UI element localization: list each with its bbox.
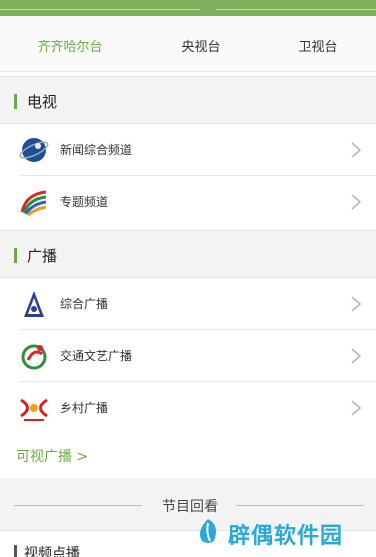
- divider-line-left: [14, 505, 142, 506]
- replay-section-title: 节目回看: [162, 499, 218, 515]
- radio-section-header: 广播: [0, 230, 376, 278]
- channel-label: 专题频道: [60, 195, 109, 209]
- channel-row-rural-radio[interactable]: 乡村广播: [0, 382, 376, 434]
- rural-radio-logo-icon: [20, 398, 48, 421]
- radio-section-title: 广播: [27, 247, 58, 265]
- channel-row-traffic-radio[interactable]: 交通文艺广播: [0, 330, 376, 382]
- tab-satellite[interactable]: 卫视台: [258, 36, 376, 55]
- watermark-text: 辟偶软件园: [228, 524, 344, 549]
- chevron-right-icon: [351, 142, 362, 158]
- section-marker: [14, 545, 17, 557]
- station-tabs: 齐齐哈尔台 央视台 卫视台: [0, 16, 376, 72]
- status-bar: [0, 0, 376, 16]
- channel-label: 乡村广播: [60, 401, 109, 415]
- channel-label: 交通文艺广播: [60, 349, 133, 363]
- status-bar-line: [216, 9, 376, 10]
- channel-row-news[interactable]: 新闻综合频道: [0, 124, 376, 176]
- visual-radio-link[interactable]: 可视广播 >: [16, 446, 88, 466]
- tab-cctv[interactable]: 央视台: [141, 36, 261, 55]
- tab-qiqihar[interactable]: 齐齐哈尔台: [10, 36, 130, 55]
- special-channel-logo-icon: [20, 190, 47, 217]
- watermark-leaf-icon: [200, 519, 216, 543]
- news-channel-logo-icon: [19, 138, 49, 162]
- chevron-right-icon: [351, 348, 362, 364]
- channel-label: 综合广播: [60, 297, 109, 311]
- chevron-right-icon: [351, 296, 362, 312]
- section-marker: [14, 248, 17, 263]
- section-marker: [14, 94, 17, 109]
- tv-section-title: 电视: [27, 93, 58, 111]
- traffic-radio-logo-icon: [21, 344, 47, 370]
- chevron-right-icon: [351, 194, 362, 210]
- status-bar-line: [0, 9, 200, 10]
- channel-row-special[interactable]: 专题频道: [0, 176, 376, 228]
- comprehensive-radio-logo-icon: [24, 291, 44, 317]
- watermark: 辟偶软件园: [194, 515, 376, 549]
- vod-section-title: 视频点播: [24, 546, 80, 557]
- channel-label: 新闻综合频道: [60, 143, 133, 157]
- divider-line-right: [236, 505, 364, 506]
- chevron-right-icon: [351, 400, 362, 416]
- tv-section-header: 电视: [0, 76, 376, 124]
- channel-row-comprehensive-radio[interactable]: 综合广播: [0, 278, 376, 330]
